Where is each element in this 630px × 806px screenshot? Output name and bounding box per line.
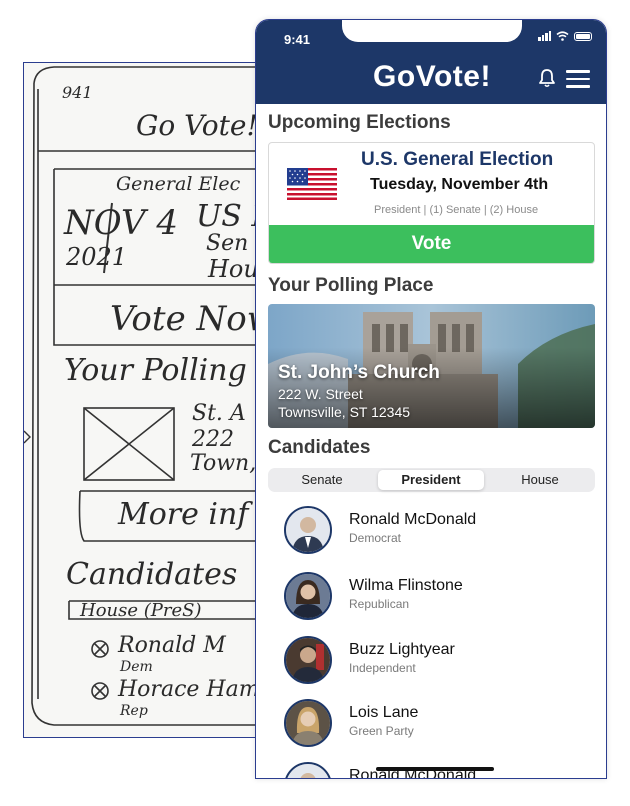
- bell-icon[interactable]: [538, 68, 556, 88]
- polling-place-card[interactable]: St. John’s Church 222 W. Street Townsvil…: [268, 304, 595, 428]
- sketch-place-line1: St. A: [192, 401, 246, 426]
- status-time: 9:41: [284, 32, 311, 47]
- election-card[interactable]: U.S. General Election Tuesday, November …: [268, 142, 595, 264]
- candidate-avatar: [284, 762, 332, 778]
- candidate-row[interactable]: Lois Lane Green Party: [284, 699, 584, 751]
- candidate-avatar: [284, 572, 332, 620]
- sketch-polling-title: Your Polling Plac: [64, 353, 272, 388]
- sketch-vote-button: Vote Now: [110, 299, 273, 339]
- candidate-row[interactable]: Wilma Flinstone Republican: [284, 572, 584, 624]
- sketch-cand1-party: Dem: [120, 659, 153, 675]
- vote-button[interactable]: Vote: [269, 225, 594, 263]
- paper-sketch: 941 Go Vote! General Elec NOV 4 2021 US …: [23, 62, 273, 738]
- sketch-races-line3: Hou: [208, 255, 259, 283]
- device-notch: [342, 20, 522, 42]
- phone-screen: 9:41 GoVote! Upcoming Elections U.S. Gen…: [255, 19, 607, 779]
- us-flag-icon: [287, 168, 337, 200]
- election-date: Tuesday, November 4th: [370, 176, 549, 193]
- sketch-election-label: General Elec: [116, 173, 241, 195]
- polling-place-name: St. John’s Church: [278, 362, 440, 383]
- sketch-cand1-name: Ronald M: [118, 633, 226, 658]
- candidate-party: Republican: [349, 597, 410, 611]
- tab-president[interactable]: President: [378, 470, 484, 490]
- sketch-cand2-name: Horace Ham: [118, 677, 260, 702]
- election-name: U.S. General Election: [361, 149, 554, 170]
- sketch-time: 941: [62, 83, 93, 102]
- sketch-place-line3: Town,: [190, 451, 257, 476]
- candidate-row[interactable]: Buzz Lightyear Independent: [284, 636, 584, 688]
- sketch-tabs: House (PreS): [80, 600, 202, 621]
- wifi-icon: [556, 31, 569, 41]
- candidate-party: Democrat: [349, 531, 402, 545]
- candidate-name: Wilma Flinstone: [349, 577, 463, 594]
- candidate-name: Lois Lane: [349, 704, 419, 721]
- candidate-name: Ronald McDonald: [349, 511, 477, 528]
- candidate-name: Buzz Lightyear: [349, 641, 455, 658]
- battery-icon: [574, 31, 592, 41]
- candidates-title: Candidates: [268, 437, 371, 458]
- sketch-date-line2: 2021: [66, 243, 128, 271]
- polling-place-street: 222 W. Street: [278, 386, 363, 402]
- polling-place-title: Your Polling Place: [268, 275, 434, 296]
- election-races: President | (1) Senate | (2) House: [374, 204, 539, 216]
- polling-place-city: Townsville, ST 12345: [278, 404, 411, 420]
- sketch-races-line2: Sen: [206, 231, 249, 256]
- candidate-party: Independent: [349, 661, 416, 675]
- sketch-more-button: More inf: [118, 497, 249, 532]
- upcoming-elections-title: Upcoming Elections: [268, 112, 451, 133]
- signal-icon: [538, 31, 551, 41]
- app-header: 9:41 GoVote!: [256, 20, 606, 104]
- candidate-party: Green Party: [349, 724, 414, 738]
- home-indicator: [376, 767, 494, 771]
- sketch-title: Go Vote!: [136, 109, 258, 142]
- candidate-avatar: [284, 699, 332, 747]
- tab-senate[interactable]: Senate: [272, 470, 372, 490]
- sketch-candidates-title: Candidates: [66, 557, 238, 592]
- candidate-avatar: [284, 506, 332, 554]
- sketch-cand2-party: Rep: [120, 703, 148, 719]
- sketch-date-line1: NOV 4: [64, 203, 179, 243]
- status-icons: [538, 31, 592, 41]
- candidate-row[interactable]: Ronald McDonald Democrat: [284, 506, 584, 558]
- hamburger-menu-icon[interactable]: [566, 70, 590, 93]
- candidate-avatar: [284, 636, 332, 684]
- candidate-race-tabs: Senate President House: [268, 468, 595, 492]
- tab-house[interactable]: House: [490, 470, 590, 490]
- sketch-place-line2: 222: [192, 427, 234, 452]
